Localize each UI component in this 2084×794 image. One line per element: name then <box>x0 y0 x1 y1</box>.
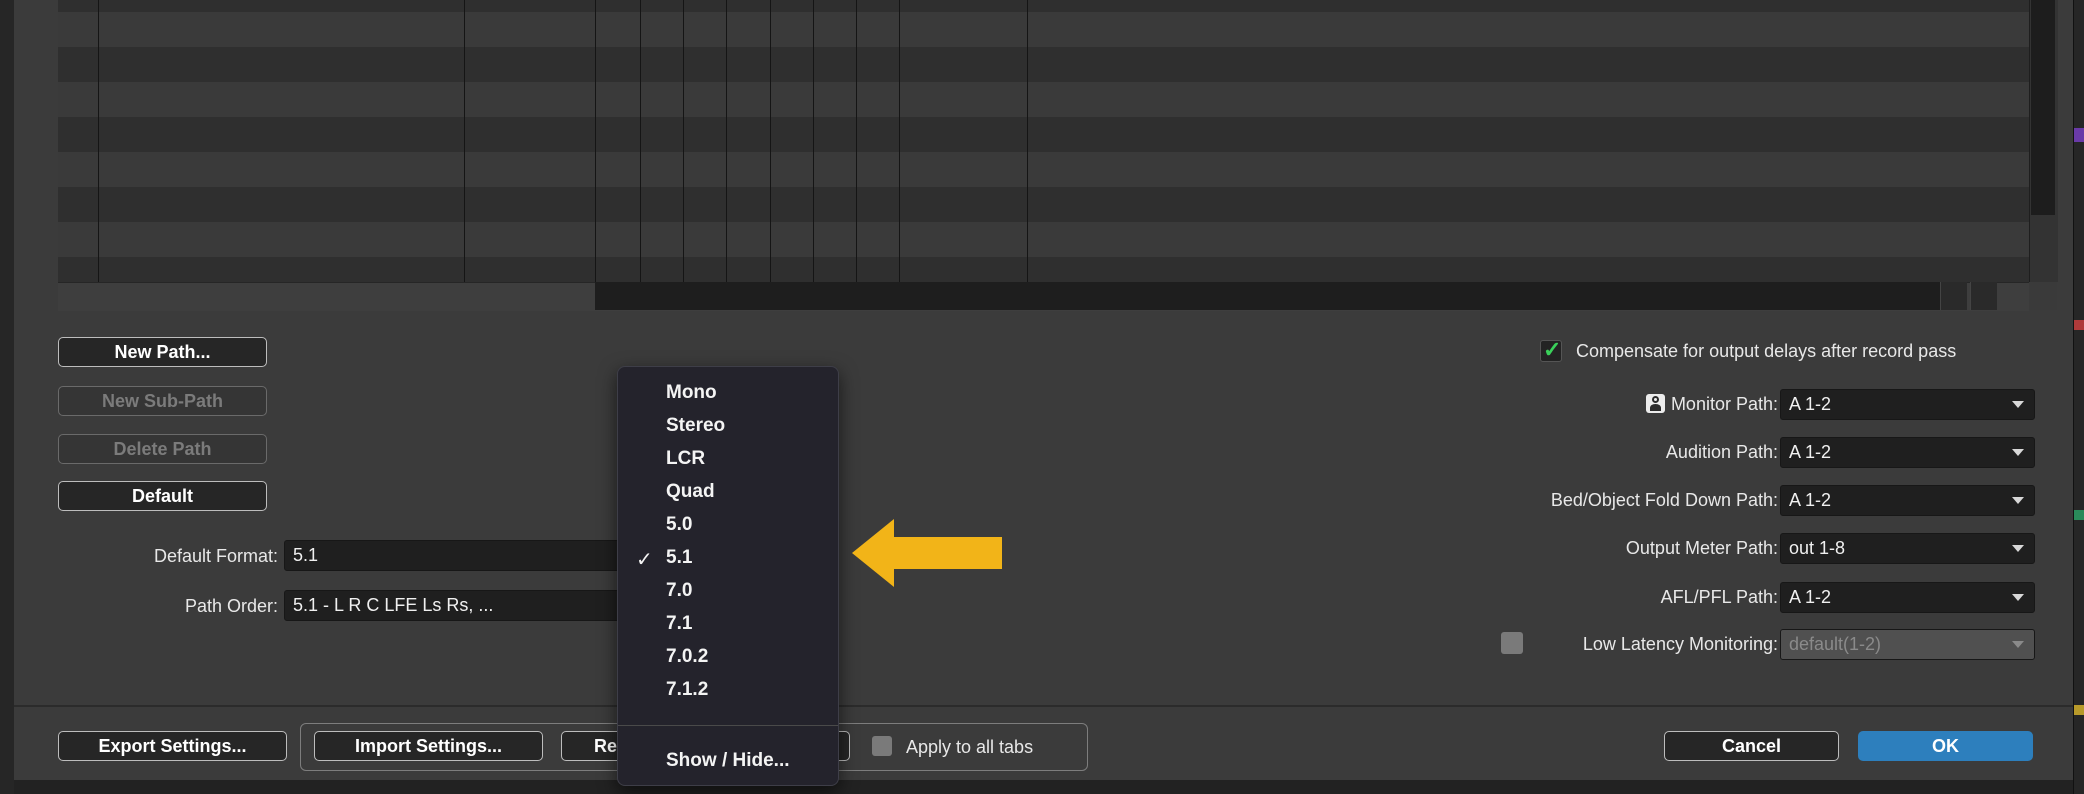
checkmark-icon: ✓ <box>1543 337 1562 362</box>
audition-path-select[interactable]: A 1-2 <box>1780 437 2035 468</box>
afl-pfl-path-label: AFL/PFL Path: <box>1660 587 1778 607</box>
menu-item-quad[interactable]: Quad <box>666 481 715 503</box>
menu-item-mono[interactable]: Mono <box>666 382 717 404</box>
grid-row[interactable] <box>58 222 2029 257</box>
monitor-path-value: A 1-2 <box>1789 394 1832 414</box>
column-divider <box>899 0 900 282</box>
afl-pfl-value: A 1-2 <box>1789 587 1832 607</box>
low-latency-value: default(1-2) <box>1789 634 1882 654</box>
monitor-path-label: Monitor Path: <box>1606 394 1778 415</box>
menu-item-7-1[interactable]: 7.1 <box>666 613 692 635</box>
chevron-down-icon <box>2012 545 2024 552</box>
scroll-left-button[interactable] <box>1940 282 1967 310</box>
bed-object-value: A 1-2 <box>1789 490 1832 510</box>
menu-item-7-1-2[interactable]: 7.1.2 <box>666 679 708 701</box>
speaker-icon <box>1645 394 1665 413</box>
yellow-left-arrow-icon <box>852 519 1002 587</box>
column-divider <box>726 0 727 282</box>
delete-path-button[interactable]: Delete Path <box>58 434 267 464</box>
default-format-label: Default Format: <box>153 546 278 566</box>
grid-row[interactable] <box>58 257 2029 282</box>
column-divider <box>464 0 465 282</box>
chevron-down-icon <box>2012 449 2024 456</box>
bottom-window-edge <box>14 780 2073 794</box>
grid-row[interactable] <box>58 117 2029 152</box>
output-meter-path-select[interactable]: out 1-8 <box>1780 533 2035 564</box>
compensate-delays-checkbox[interactable]: ✓ <box>1540 337 1562 362</box>
checkmark-icon: ✓ <box>636 549 653 571</box>
grid-row[interactable] <box>58 47 2029 82</box>
chevron-down-icon <box>2012 594 2024 601</box>
left-window-edge <box>0 0 15 794</box>
column-divider <box>856 0 857 282</box>
ok-button[interactable]: OK <box>1858 731 2033 761</box>
menu-item-7-0[interactable]: 7.0 <box>666 580 692 602</box>
new-path-button[interactable]: New Path... <box>58 337 267 367</box>
output-meter-value: out 1-8 <box>1789 538 1846 558</box>
monitor-path-select[interactable]: A 1-2 <box>1780 389 2035 420</box>
audition-path-label: Audition Path: <box>1665 442 1778 462</box>
cancel-button[interactable]: Cancel <box>1664 731 1839 761</box>
menu-item-stereo[interactable]: Stereo <box>666 415 725 437</box>
scroll-right-button[interactable] <box>1970 282 1997 310</box>
export-settings-button[interactable]: Export Settings... <box>58 731 287 761</box>
menu-item-5-1[interactable]: 5.1 <box>666 547 692 569</box>
vertical-scroll-thumb[interactable] <box>2031 0 2055 215</box>
default-button[interactable]: Default <box>58 481 267 511</box>
path-order-value: 5.1 - L R C LFE Ls Rs, ... <box>293 595 494 615</box>
column-divider <box>683 0 684 282</box>
column-divider <box>640 0 641 282</box>
menu-item-lcr[interactable]: LCR <box>666 448 705 470</box>
menu-item-5-0[interactable]: 5.0 <box>666 514 692 536</box>
new-sub-path-button[interactable]: New Sub-Path <box>58 386 267 416</box>
path-grid[interactable] <box>58 0 2029 282</box>
default-format-field[interactable]: 5.1 <box>284 540 624 571</box>
grid-row[interactable] <box>58 187 2029 222</box>
grid-row[interactable] <box>58 82 2029 117</box>
chevron-down-icon <box>2012 401 2024 408</box>
low-latency-select[interactable]: default(1-2) <box>1780 629 2035 660</box>
scroll-corner <box>2029 282 2057 310</box>
default-format-menu[interactable]: Mono Stereo LCR Quad 5.0 ✓ 5.1 7.0 7.1 7… <box>617 366 839 786</box>
horizontal-scroll-thumb[interactable] <box>595 282 1940 310</box>
column-divider <box>98 0 99 282</box>
audition-path-value: A 1-2 <box>1789 442 1832 462</box>
menu-separator <box>618 725 838 726</box>
apply-all-tabs-label: Apply to all tabs <box>906 737 1034 757</box>
menu-item-7-0-2[interactable]: 7.0.2 <box>666 646 708 668</box>
low-latency-checkbox[interactable] <box>1501 632 1523 654</box>
low-latency-label: Low Latency Monitoring: <box>1582 634 1778 654</box>
chevron-down-icon <box>2012 497 2024 504</box>
column-divider <box>813 0 814 282</box>
bed-object-fold-down-label: Bed/Object Fold Down Path: <box>1550 490 1778 510</box>
right-window-edge <box>2073 0 2084 794</box>
grid-row[interactable] <box>58 12 2029 47</box>
import-settings-button[interactable]: Import Settings... <box>314 731 543 761</box>
path-order-label: Path Order: <box>184 596 278 616</box>
bed-object-fold-down-select[interactable]: A 1-2 <box>1780 485 2035 516</box>
bottom-separator <box>14 705 2073 707</box>
output-meter-path-label: Output Meter Path: <box>1625 538 1778 558</box>
column-divider <box>595 0 596 282</box>
default-format-value: 5.1 <box>293 545 319 565</box>
path-order-field[interactable]: 5.1 - L R C LFE Ls Rs, ... <box>284 590 624 621</box>
afl-pfl-path-select[interactable]: A 1-2 <box>1780 582 2035 613</box>
menu-item-show-hide[interactable]: Show / Hide... <box>666 750 790 772</box>
column-divider <box>1027 0 1028 282</box>
column-divider <box>770 0 771 282</box>
apply-all-tabs-checkbox[interactable] <box>872 736 892 756</box>
grid-row[interactable] <box>58 152 2029 187</box>
compensate-delays-label: Compensate for output delays after recor… <box>1576 341 1957 361</box>
chevron-down-icon <box>2012 641 2024 648</box>
